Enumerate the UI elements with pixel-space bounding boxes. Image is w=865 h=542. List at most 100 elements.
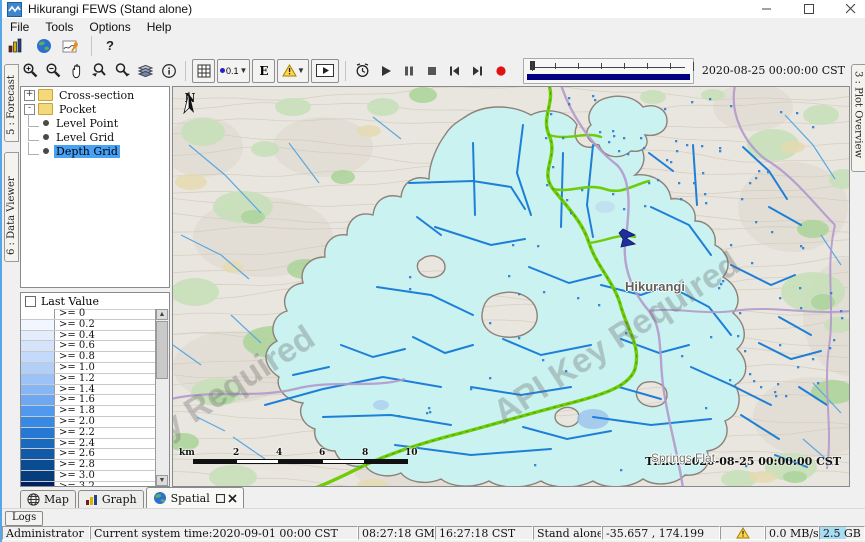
zoom-previous-icon[interactable] — [89, 60, 110, 82]
timeline-tick — [624, 63, 625, 69]
scale-tick-label: 4 — [276, 448, 282, 458]
tree-item-label: Pocket — [57, 103, 98, 116]
map-globe-icon — [27, 493, 40, 506]
interval-value: 0.1 — [226, 66, 239, 76]
menu-options[interactable]: Options — [81, 19, 138, 35]
scale-segment — [365, 459, 408, 464]
scroll-down-icon[interactable]: ▼ — [156, 475, 168, 486]
timeline-tick — [532, 62, 533, 71]
scroll-up-icon[interactable]: ▲ — [156, 309, 168, 320]
close-tab-icon[interactable] — [228, 494, 237, 503]
help-button[interactable]: ? — [102, 38, 118, 53]
pause-button[interactable] — [398, 60, 419, 82]
zoom-out-icon[interactable] — [43, 60, 64, 82]
tree-connector — [28, 114, 39, 127]
tab-graph-label: Graph — [102, 493, 137, 506]
scale-segment — [236, 459, 279, 464]
legend-swatch — [21, 352, 55, 362]
record-button[interactable] — [490, 60, 511, 82]
status-user: Administrator — [2, 526, 90, 540]
timeline-slider[interactable] — [523, 58, 693, 84]
elevation-button[interactable]: E — [252, 59, 275, 83]
menu-help[interactable]: Help — [139, 19, 180, 35]
logs-button[interactable]: Logs — [5, 511, 43, 526]
profile-chart-icon[interactable] — [60, 35, 81, 57]
folder-icon — [38, 89, 53, 101]
last-value-checkbox[interactable] — [25, 296, 36, 307]
spatial-globe-icon — [153, 491, 167, 505]
scale-tick-label: 10 — [405, 448, 418, 458]
zoom-next-icon[interactable] — [112, 60, 133, 82]
legend-swatch — [21, 341, 55, 351]
place-label-springs-flat: Springs Flat — [651, 451, 715, 465]
menu-tools[interactable]: Tools — [37, 19, 81, 35]
timeline-tick — [693, 62, 694, 71]
tree-item-level-grid[interactable]: Level Grid — [21, 131, 169, 143]
tab-map[interactable]: Map — [20, 490, 76, 508]
restore-icon[interactable] — [216, 494, 225, 503]
toolbar-separator — [91, 36, 92, 56]
contour-interval-dropdown[interactable]: 0.1▼ — [217, 59, 250, 83]
legend-row[interactable]: >= 1.2 — [21, 374, 156, 385]
graph-icon — [85, 494, 98, 506]
animation-clock-icon[interactable] — [352, 60, 373, 82]
toolbar-separator — [345, 61, 346, 81]
tab-graph[interactable]: Graph — [78, 490, 144, 508]
toolbar-separator — [185, 61, 186, 81]
scale-segment — [193, 459, 236, 464]
stop-button[interactable] — [421, 60, 442, 82]
close-icon[interactable] — [845, 3, 857, 15]
tree-item-pocket[interactable]: - Pocket — [21, 103, 169, 115]
memory-label: 2.5 GB — [823, 527, 861, 540]
status-warning[interactable] — [720, 526, 765, 540]
status-system-time: Current system time:2020-09-01 00:00 CST — [90, 526, 358, 540]
tree-item-label: Depth Grid — [54, 145, 120, 158]
legend-row[interactable]: >= 2.2 — [21, 428, 156, 439]
chevron-down-icon: ▼ — [240, 66, 248, 75]
warning-threshold-dropdown[interactable]: ▼ — [277, 59, 309, 83]
zoom-in-icon[interactable] — [20, 60, 41, 82]
place-label-hikurangi: Hikurangi — [625, 279, 685, 294]
legend-scrollbar[interactable]: ▲ ▼ — [155, 309, 169, 486]
tab-data-viewer[interactable]: 6 : Data Viewer — [4, 152, 19, 262]
legend-label: >= 1.4 — [55, 385, 156, 395]
tree-item-level-point[interactable]: Level Point — [21, 117, 169, 129]
legend-swatch — [21, 439, 55, 449]
tab-forecast[interactable]: 5 : Forecast — [4, 64, 19, 142]
grid-display-button[interactable] — [192, 59, 215, 83]
info-icon[interactable] — [158, 60, 179, 82]
maximize-icon[interactable] — [803, 3, 815, 15]
legend-header: Last Value — [21, 293, 169, 310]
timeline-datetime: 2020-08-25 00:00:00 CST — [702, 64, 845, 77]
play-button[interactable] — [375, 60, 396, 82]
legend-label: >= 2.4 — [55, 439, 156, 449]
skip-start-button[interactable] — [444, 60, 465, 82]
legend-swatch — [21, 460, 55, 470]
tree-item-cross-section[interactable]: +Cross-section — [21, 89, 169, 101]
legend-label: >= 1.8 — [55, 406, 156, 416]
legend-label: >= 0.6 — [55, 341, 156, 351]
application-window: Hikurangi FEWS (Stand alone) File Tools … — [0, 0, 865, 542]
legend-swatch — [21, 363, 55, 373]
scroll-thumb[interactable] — [156, 321, 168, 379]
globe-icon[interactable] — [33, 35, 54, 57]
tree-expander-icon[interactable]: + — [24, 90, 35, 101]
tab-spatial[interactable]: Spatial — [146, 487, 244, 508]
timeline-availability-bar — [527, 74, 689, 80]
menu-bar: File Tools Options Help — [2, 18, 865, 36]
tree-expander-icon[interactable]: - — [24, 104, 35, 115]
pan-hand-icon[interactable] — [66, 60, 87, 82]
explorer-chart-icon[interactable] — [6, 35, 27, 57]
legend-label: >= 1.6 — [55, 395, 156, 405]
map-viewport[interactable]: API Key Required API Key Required N km 2… — [172, 86, 850, 487]
legend-label: >= 2.6 — [55, 449, 156, 459]
layers-icon[interactable] — [135, 60, 156, 82]
tree-item-depth-grid[interactable]: Depth Grid — [21, 145, 169, 157]
skip-end-button[interactable] — [467, 60, 488, 82]
minimize-icon[interactable] — [761, 3, 773, 15]
scale-segment — [322, 459, 365, 464]
tab-plot-overview[interactable]: 3 : Plot Overview — [851, 64, 865, 172]
animation-export-button[interactable] — [311, 59, 339, 83]
menu-file[interactable]: File — [2, 19, 37, 35]
legend-row[interactable]: >= 0.2 — [21, 320, 156, 331]
